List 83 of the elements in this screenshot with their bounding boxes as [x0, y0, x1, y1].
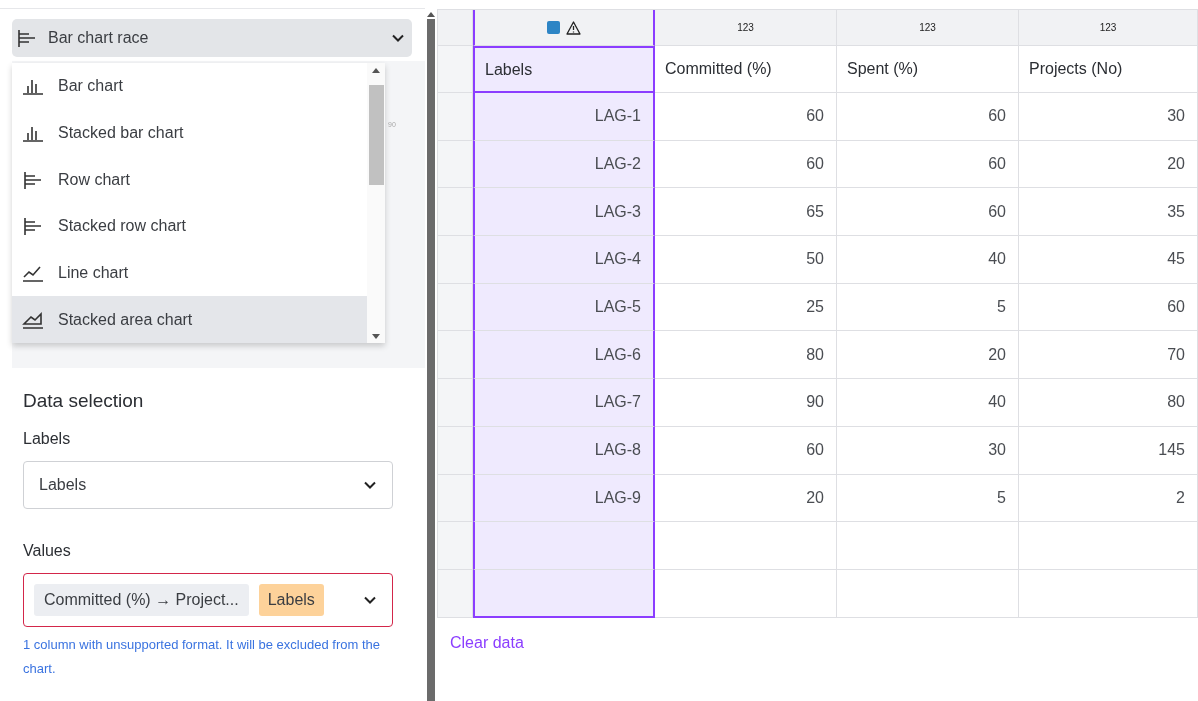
row-header-cell[interactable]	[438, 379, 473, 427]
table-cell: 145	[1019, 426, 1198, 475]
bar-chart-icon	[22, 124, 44, 142]
area-chart-icon	[22, 310, 44, 329]
scroll-up-icon[interactable]	[427, 12, 435, 17]
row-header-cell[interactable]	[438, 569, 473, 618]
row-header-cell[interactable]	[438, 93, 473, 141]
table-cell: 20	[837, 331, 1019, 380]
column-color-icon	[547, 21, 560, 34]
table-cell: 80	[655, 331, 837, 380]
table-cell: 20	[1019, 140, 1198, 189]
menu-item[interactable]: Stacked area chart	[12, 296, 367, 344]
table-cell: LAG-3	[473, 188, 655, 237]
warning-icon	[566, 20, 581, 35]
value-tag[interactable]: Labels	[258, 584, 324, 616]
chart-type-select[interactable]: Bar chart race	[12, 19, 412, 57]
table-cell: LAG-4	[473, 236, 655, 284]
row-chart-icon	[16, 29, 38, 47]
column-header-cell[interactable]: Projects (No)	[1019, 46, 1198, 93]
table-cell: 2	[1019, 474, 1198, 523]
values-select[interactable]: Committed (%) → Project... Labels	[23, 573, 393, 627]
row-header-cell[interactable]	[438, 426, 473, 475]
table-cell: 60	[1019, 283, 1198, 332]
chevron-down-icon	[364, 481, 376, 489]
table-cell: 60	[655, 93, 837, 141]
row-header-cell[interactable]	[438, 283, 473, 332]
table-cell: 60	[837, 93, 1019, 141]
bar-chart-icon	[22, 77, 44, 96]
row-chart-icon	[22, 217, 44, 236]
table-cell: 60	[837, 188, 1019, 237]
table-cell: LAG-5	[473, 283, 655, 332]
row-header-cell[interactable]	[438, 474, 473, 523]
row-header-cell[interactable]	[438, 188, 473, 237]
table-cell: 65	[655, 188, 837, 237]
table-cell: LAG-1	[473, 93, 655, 141]
table-cell: 90	[655, 379, 837, 427]
field-label: Labels	[23, 430, 72, 448]
table-cell: 25	[655, 283, 837, 332]
labels-select[interactable]: Labels	[23, 461, 393, 509]
menu-item[interactable]: Bar chart	[12, 63, 367, 110]
table-cell: 60	[655, 426, 837, 475]
table-cell: 5	[837, 474, 1019, 523]
table-cell: 70	[1019, 331, 1198, 380]
column-header-cell[interactable]: Labels	[473, 46, 655, 93]
table-cell: 80	[1019, 379, 1198, 427]
help-text: 1 column with unsupported format. It will be excluded from the chart.	[23, 636, 381, 678]
scroll-up-icon[interactable]	[372, 68, 380, 73]
table-cell: 60	[837, 140, 1019, 189]
clear-data-link[interactable]: Clear data	[447, 631, 527, 654]
table-cell: 60	[655, 140, 837, 189]
row-header-cell[interactable]	[438, 140, 473, 189]
table-cell: LAG-7	[473, 379, 655, 427]
table-cell: 30	[1019, 93, 1198, 141]
row-chart-icon	[22, 170, 44, 189]
line-chart-icon	[22, 264, 44, 282]
row-header-cell[interactable]	[438, 331, 473, 380]
column-type-label: 123	[919, 22, 936, 33]
row-header-cell[interactable]	[438, 46, 473, 93]
column-header-cell[interactable]: Spent (%)	[837, 46, 1019, 93]
table-cell: 35	[1019, 188, 1198, 237]
field-label: Values	[23, 542, 72, 560]
table-cell: 45	[1019, 236, 1198, 284]
table-cell: LAG-9	[473, 474, 655, 523]
table-cell: LAG-2	[473, 140, 655, 189]
column-header-cell[interactable]: Committed (%)	[655, 46, 837, 93]
row-header-cell[interactable]	[438, 236, 473, 284]
scrollbar[interactable]	[367, 63, 385, 343]
table-cell: 30	[837, 426, 1019, 475]
table-cell: 40	[837, 379, 1019, 427]
table-cell: 20	[655, 474, 837, 523]
table-cell: LAG-8	[473, 426, 655, 475]
row-header-cell[interactable]	[438, 522, 473, 570]
chevron-down-icon	[364, 596, 376, 604]
column-type-label: 123	[737, 22, 754, 33]
table-cell: 40	[837, 236, 1019, 284]
chevron-down-icon	[392, 34, 404, 42]
column-type-label: 123	[1099, 22, 1117, 33]
value-chip[interactable]: Committed (%) → Project...	[34, 584, 249, 616]
table-cell: 5	[837, 283, 1019, 332]
section-title: Data selection	[23, 390, 145, 412]
scroll-down-icon[interactable]	[372, 334, 380, 339]
table-cell: LAG-6	[473, 331, 655, 380]
table-cell: 50	[655, 236, 837, 284]
